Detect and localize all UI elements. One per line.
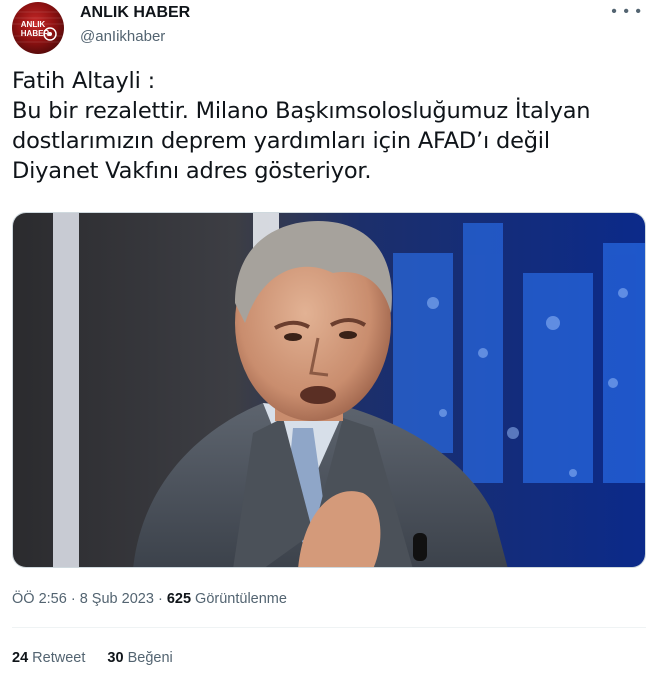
likes-count: 30	[107, 650, 124, 666]
avatar-logo-text: ANLIK HABER	[20, 20, 50, 38]
retweets-stat[interactable]: 24 Retweet	[12, 650, 89, 666]
author-handle[interactable]: @anIikhaber	[80, 28, 165, 45]
retweets-count: 24	[12, 650, 29, 666]
author-display-name[interactable]: ANLIK HABER	[80, 4, 190, 22]
tweet-date[interactable]: 8 Şub 2023	[80, 591, 154, 607]
tweet-image[interactable]	[12, 212, 646, 568]
avatar[interactable]: ANLIK HABER	[12, 2, 64, 54]
more-options-icon[interactable]: • • •	[611, 4, 642, 20]
tweet-meta: ÖÖ 2:56 · 8 Şub 2023 · 625 Görüntülenme	[12, 591, 287, 607]
meta-separator: ·	[157, 591, 163, 607]
retweets-label: Retweet	[32, 650, 86, 666]
news-anchor-photo	[13, 213, 645, 567]
tweet-time[interactable]: ÖÖ 2:56	[12, 591, 67, 607]
views-label: Görüntülenme	[195, 591, 287, 607]
likes-stat[interactable]: 30 Beğeni	[107, 650, 172, 666]
divider	[12, 627, 646, 628]
meta-separator: ·	[70, 591, 76, 607]
engagement-stats: 24 Retweet 30 Beğeni	[12, 650, 191, 666]
likes-label: Beğeni	[127, 650, 173, 666]
tweet-text: Fatih Altayli : Bu bir rezalettir. Milan…	[12, 68, 591, 184]
views-count: 625	[166, 591, 192, 607]
